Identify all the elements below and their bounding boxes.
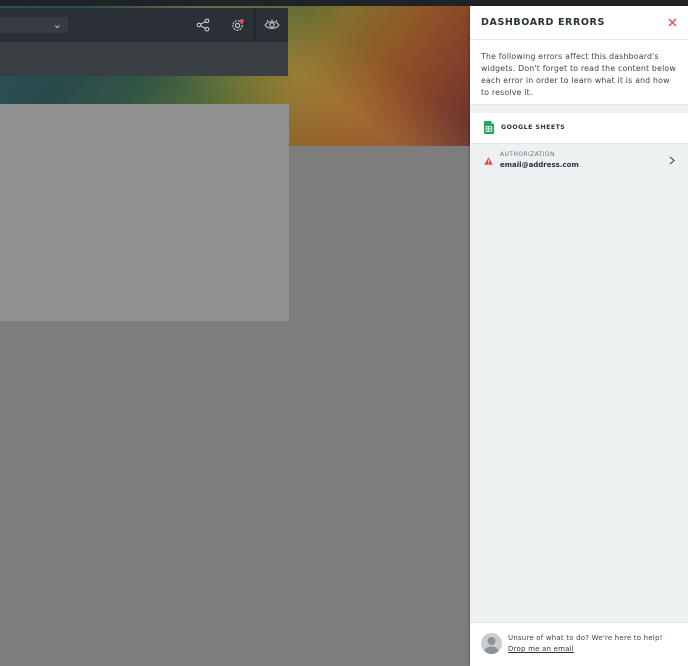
dashboard-toolbar: ⌄ (0, 8, 288, 42)
chevron-right-icon (669, 156, 675, 165)
overlay-area (289, 146, 470, 666)
help-footer: Unsure of what to do? We're here to help… (470, 622, 688, 666)
email-support-link[interactable]: Drop me an email (508, 645, 574, 653)
dashboard-selector[interactable]: ⌄ (0, 17, 68, 33)
widget-placeholder (0, 104, 289, 321)
avatar (481, 633, 502, 654)
share-icon (196, 18, 210, 32)
source-label: GOOGLE SHEETS (501, 124, 566, 131)
error-source-google-sheets: GOOGLE SHEETS (470, 113, 688, 144)
view-button[interactable] (255, 8, 289, 42)
google-sheets-icon (484, 121, 494, 134)
eye-icon (264, 19, 280, 29)
close-button[interactable] (665, 15, 679, 29)
user-avatar-icon (483, 637, 500, 654)
warning-icon (484, 157, 493, 165)
help-text: Unsure of what to do? We're here to help… (508, 634, 663, 642)
settings-icon (231, 18, 244, 31)
panel-header: DASHBOARD ERRORS (470, 6, 688, 40)
dashboard-errors-panel: DASHBOARD ERRORS The following errors af… (470, 6, 688, 666)
error-type: AUTHORIZATION (500, 151, 555, 158)
dashboard-subbar (0, 42, 288, 76)
settings-button[interactable] (220, 8, 254, 42)
panel-intro: The following errors affect this dashboa… (470, 40, 688, 105)
error-account: email@address.com (500, 161, 579, 169)
close-icon (668, 18, 676, 26)
error-item[interactable]: AUTHORIZATION email@address.com (470, 144, 688, 180)
chevron-down-icon: ⌄ (52, 18, 62, 31)
share-button[interactable] (186, 8, 220, 42)
panel-title: DASHBOARD ERRORS (481, 17, 605, 28)
